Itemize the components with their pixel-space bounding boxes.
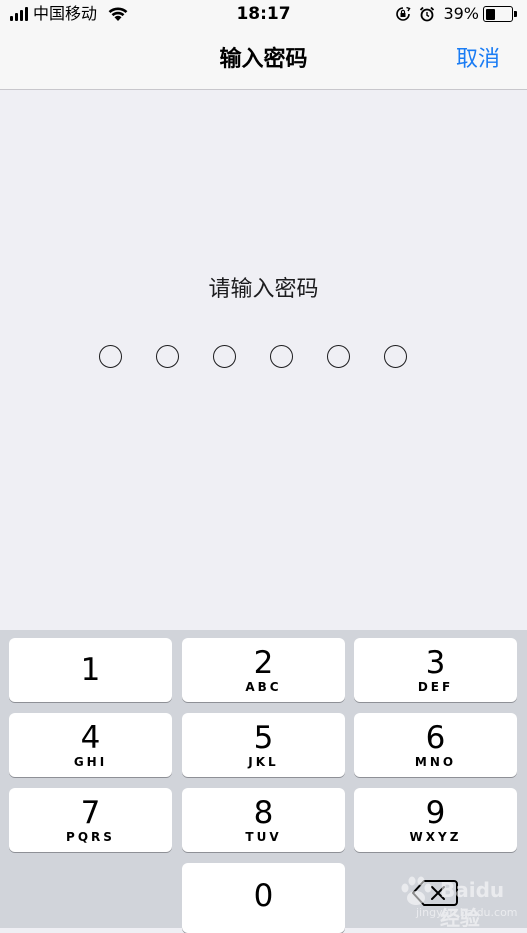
key-4[interactable]: 4 GHI — [9, 713, 172, 777]
passcode-dot — [327, 345, 350, 368]
key-8[interactable]: 8 TUV — [182, 788, 345, 852]
key-digit: 2 — [253, 645, 274, 681]
cancel-button[interactable]: 取消 — [456, 30, 500, 89]
battery-percent: 39% — [443, 4, 479, 23]
passcode-dot — [156, 345, 179, 368]
key-5[interactable]: 5 JKL — [182, 713, 345, 777]
key-letters: JKL — [248, 755, 279, 769]
key-6[interactable]: 6 MNO — [354, 713, 517, 777]
key-digit: 1 — [80, 652, 101, 688]
status-bar: 中国移动 18:17 39% — [0, 0, 527, 30]
navigation-bar: 输入密码 取消 — [0, 30, 527, 90]
key-2[interactable]: 2 ABC — [182, 638, 345, 702]
battery-icon — [483, 6, 517, 22]
key-letters: MNO — [414, 755, 457, 769]
key-letters: TUV — [245, 830, 282, 844]
key-digit: 4 — [80, 720, 101, 756]
key-digit: 6 — [425, 720, 446, 756]
page-title: 输入密码 — [219, 47, 308, 72]
alarm-icon — [420, 6, 435, 22]
passcode-dots — [99, 345, 407, 368]
key-9[interactable]: 9 WXYZ — [354, 788, 517, 852]
key-letters: PQRS — [66, 830, 115, 844]
key-digit: 3 — [425, 645, 446, 681]
key-letters: GHI — [73, 755, 108, 769]
baidu-watermark: Baidu经验 jingyan.baidu.com — [384, 870, 524, 930]
key-digit: 0 — [253, 878, 274, 914]
watermark-text: Baidu经验 — [440, 878, 505, 930]
orientation-lock-icon — [396, 6, 411, 21]
passcode-dot — [213, 345, 236, 368]
key-digit: 9 — [425, 795, 446, 831]
key-digit: 7 — [80, 795, 101, 831]
key-letters: ABC — [245, 680, 282, 694]
passcode-dot — [384, 345, 407, 368]
key-3[interactable]: 3 DEF — [354, 638, 517, 702]
key-digit: 8 — [253, 795, 274, 831]
passcode-dot — [270, 345, 293, 368]
passcode-dot — [99, 345, 122, 368]
key-0[interactable]: 0 — [182, 863, 345, 933]
key-1[interactable]: 1 — [9, 638, 172, 702]
key-letters: WXYZ — [409, 830, 462, 844]
key-letters: DEF — [417, 680, 454, 694]
passcode-prompt: 请输入密码 — [208, 277, 319, 302]
key-7[interactable]: 7 PQRS — [9, 788, 172, 852]
watermark-url: jingyan.baidu.com — [416, 906, 518, 919]
key-digit: 5 — [253, 720, 274, 756]
paw-icon — [401, 876, 432, 905]
